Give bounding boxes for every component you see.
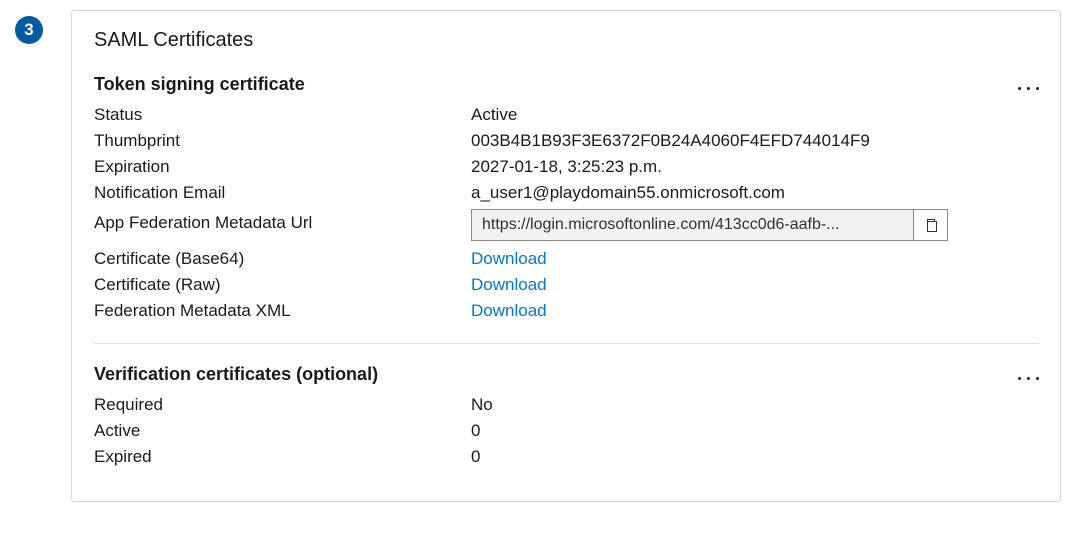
status-label: Status xyxy=(94,105,471,125)
expired-label: Expired xyxy=(94,447,471,467)
cert-base64-row: Certificate (Base64) Download xyxy=(94,249,1038,269)
required-row: Required No xyxy=(94,395,1038,415)
thumbprint-label: Thumbprint xyxy=(94,131,471,151)
step-badge: 3 xyxy=(15,16,43,44)
fed-metadata-xml-row: Federation Metadata XML Download xyxy=(94,301,1038,321)
verification-section: Verification certificates (optional) Req… xyxy=(94,364,1038,467)
required-value: No xyxy=(471,395,493,415)
token-signing-title: Token signing certificate xyxy=(94,74,305,95)
saml-certificates-card: SAML Certificates Token signing certific… xyxy=(71,10,1061,502)
expiration-value: 2027-01-18, 3:25:23 p.m. xyxy=(471,157,662,177)
fed-metadata-xml-download-link[interactable]: Download xyxy=(471,301,547,321)
active-label: Active xyxy=(94,421,471,441)
expiration-label: Expiration xyxy=(94,157,471,177)
copy-icon xyxy=(923,217,939,233)
metadata-url-field: https://login.microsoftonline.com/413cc0… xyxy=(471,209,948,241)
status-value: Active xyxy=(471,105,517,125)
token-signing-section: Token signing certificate Status Active … xyxy=(94,74,1038,321)
verification-header: Verification certificates (optional) xyxy=(94,364,1038,385)
required-label: Required xyxy=(94,395,471,415)
cert-raw-label: Certificate (Raw) xyxy=(94,275,471,295)
thumbprint-value: 003B4B1B93F3E6372F0B24A4060F4EFD744014F9 xyxy=(471,131,870,151)
notification-email-value: a_user1@playdomain55.onmicrosoft.com xyxy=(471,183,785,203)
expired-value: 0 xyxy=(471,447,480,467)
cert-raw-download-link[interactable]: Download xyxy=(471,275,547,295)
status-row: Status Active xyxy=(94,105,1038,125)
expiration-row: Expiration 2027-01-18, 3:25:23 p.m. xyxy=(94,157,1038,177)
active-value: 0 xyxy=(471,421,480,441)
token-signing-header: Token signing certificate xyxy=(94,74,1038,95)
verification-more-button[interactable] xyxy=(1008,366,1048,390)
metadata-url-row: App Federation Metadata Url https://logi… xyxy=(94,209,1038,241)
active-row: Active 0 xyxy=(94,421,1038,441)
token-signing-more-button[interactable] xyxy=(1008,76,1048,100)
copy-metadata-url-button[interactable] xyxy=(914,209,948,241)
saml-certificates-container: 3 SAML Certificates Token signing certif… xyxy=(0,0,1071,512)
metadata-url-label: App Federation Metadata Url xyxy=(94,209,471,233)
card-title: SAML Certificates xyxy=(94,29,1038,52)
cert-base64-download-link[interactable]: Download xyxy=(471,249,547,269)
cert-raw-row: Certificate (Raw) Download xyxy=(94,275,1038,295)
section-divider xyxy=(94,343,1038,344)
thumbprint-row: Thumbprint 003B4B1B93F3E6372F0B24A4060F4… xyxy=(94,131,1038,151)
cert-base64-label: Certificate (Base64) xyxy=(94,249,471,269)
expired-row: Expired 0 xyxy=(94,447,1038,467)
fed-metadata-xml-label: Federation Metadata XML xyxy=(94,301,471,321)
notification-email-row: Notification Email a_user1@playdomain55.… xyxy=(94,183,1038,203)
notification-email-label: Notification Email xyxy=(94,183,471,203)
verification-title: Verification certificates (optional) xyxy=(94,364,378,385)
metadata-url-input[interactable]: https://login.microsoftonline.com/413cc0… xyxy=(471,209,914,241)
